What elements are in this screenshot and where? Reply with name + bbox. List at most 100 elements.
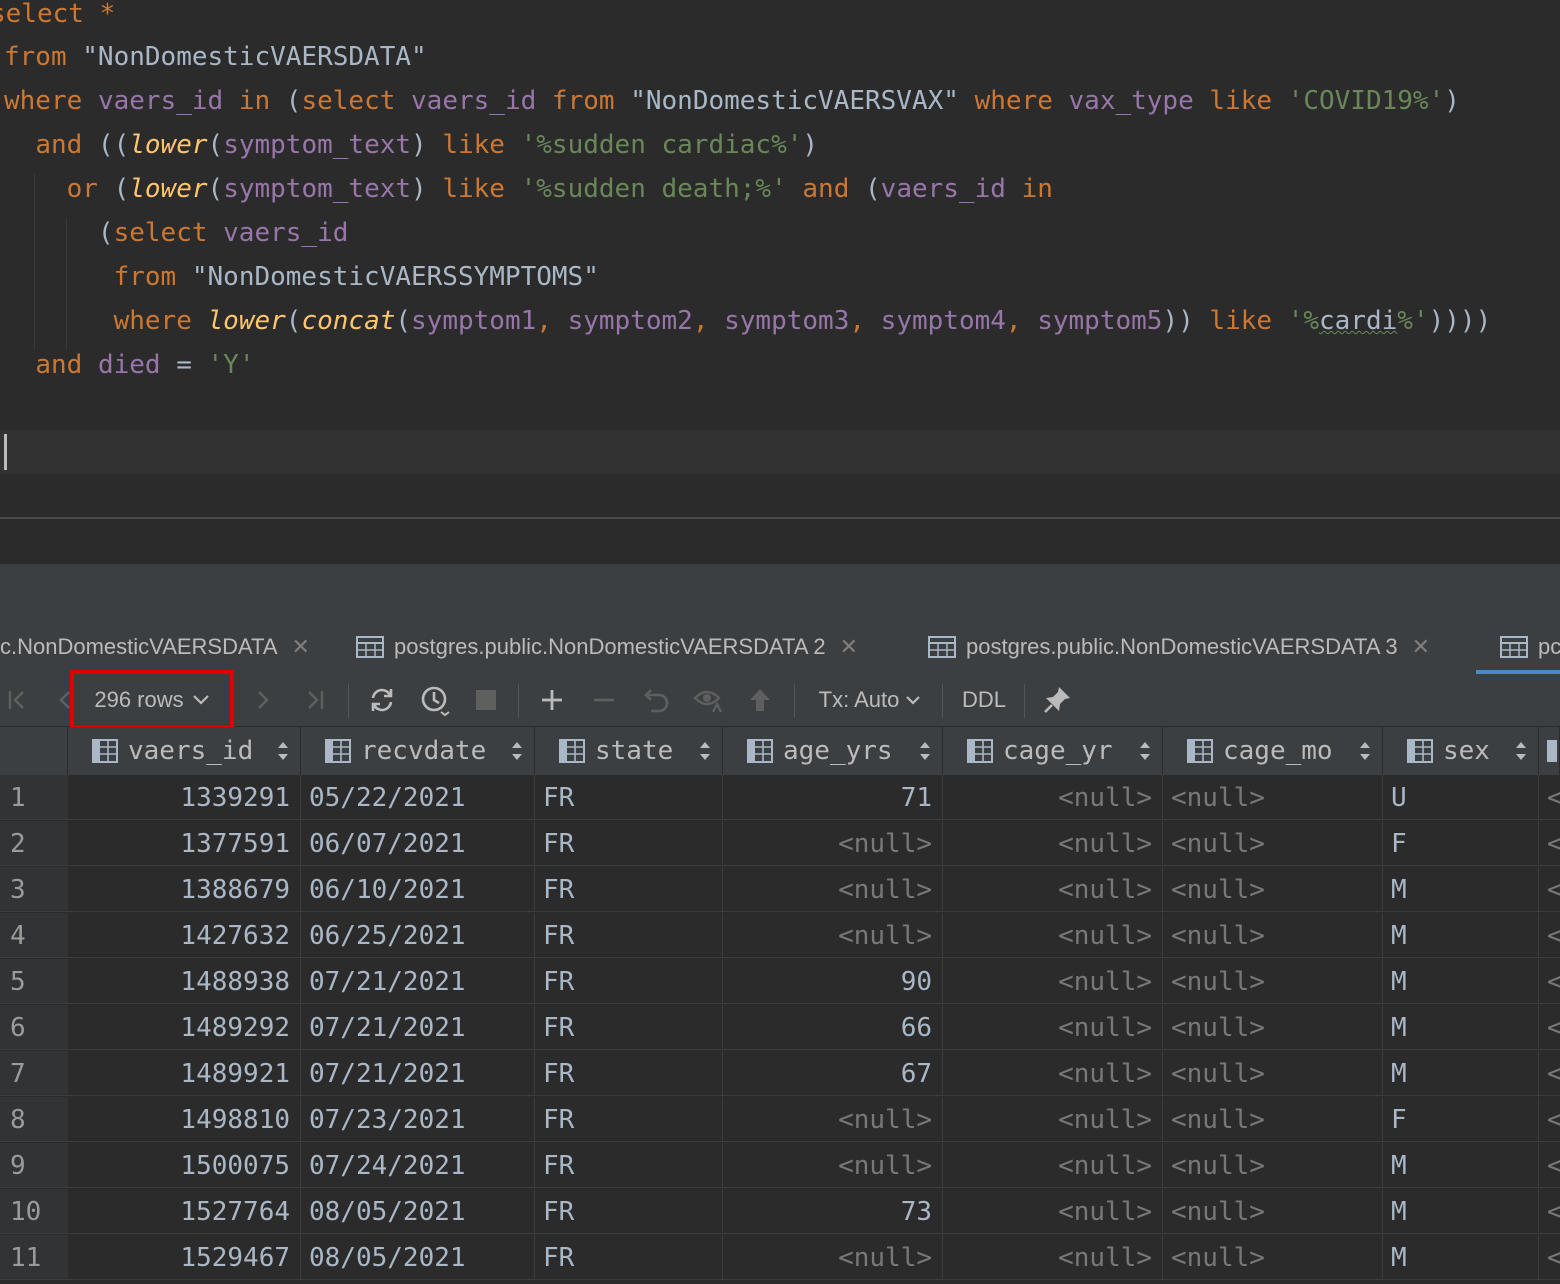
cell-vaers-id[interactable]: 1489921 [68,1051,301,1096]
cell-cage-mo[interactable]: <null> [1163,1189,1383,1234]
submit-up-icon[interactable] [746,674,774,726]
table-row[interactable]: 11 1529467 08/05/2021 FR <null> <null> <null> M… [0,1235,1560,1281]
cell-state[interactable]: FR [535,1189,723,1234]
cell-sex[interactable]: M [1383,913,1539,958]
cell-partial[interactable]: < [1539,1235,1560,1280]
cell-age-yrs[interactable]: <null> [723,1235,943,1280]
row-number[interactable]: 3 [0,867,68,912]
cell-age-yrs[interactable]: 67 [723,1051,943,1096]
cell-partial[interactable]: < [1539,821,1560,866]
cell-recvdate[interactable]: 06/25/2021 [301,913,535,958]
cell-cage-yr[interactable]: <null> [943,775,1163,820]
cell-sex[interactable]: M [1383,1005,1539,1050]
cell-age-yrs[interactable]: <null> [723,867,943,912]
tab-result-4[interactable]: pc [1500,620,1560,674]
cell-partial[interactable]: < [1539,1189,1560,1234]
cell-partial[interactable]: < [1539,1097,1560,1142]
cell-state[interactable]: FR [535,821,723,866]
sort-icon[interactable] [1358,740,1372,762]
table-row[interactable]: 8149881007/23/2021FR<null><null><null>F< [0,1097,1560,1143]
cell-sex[interactable]: M [1383,1235,1539,1280]
cell-cage-yr[interactable]: <null> [943,1235,1163,1280]
cell-vaers-id[interactable]: 1339291 [68,775,301,820]
row-number[interactable]: 9 [0,1143,68,1188]
cell-state[interactable]: FR [535,1235,723,1280]
table-row[interactable]: 6148929207/21/2021FR66<null><null>M< [0,1005,1560,1051]
cell-partial[interactable]: < [1539,775,1560,820]
cell-recvdate[interactable]: 07/21/2021 [301,1051,535,1096]
cell-cage-yr[interactable]: <null> [943,1189,1163,1234]
cell-cage-yr[interactable]: <null> [943,1005,1163,1050]
table-row[interactable]: 7148992107/21/2021FR67<null><null>M< [0,1051,1560,1097]
table-row[interactable]: 2137759106/07/2021FR<null><null><null>F< [0,821,1560,867]
cell-vaers-id[interactable]: 1427632 [68,913,301,958]
cell-vaers-id[interactable]: 1388679 [68,867,301,912]
row-number[interactable]: 5 [0,959,68,1004]
cell-age-yrs[interactable]: 90 [723,959,943,1004]
column-header-cage-yr[interactable]: cage_yr [943,727,1163,775]
cell-vaers-id[interactable]: 1377591 [68,821,301,866]
table-row[interactable]: 5148893807/21/2021FR90<null><null>M< [0,959,1560,1005]
cell-vaers-id[interactable]: 1500075 [68,1143,301,1188]
cell-sex[interactable]: M [1383,867,1539,912]
sql-editor[interactable]: select *from "NonDomesticVAERSDATA"where… [0,0,1560,518]
cell-cage-mo[interactable]: <null> [1163,1051,1383,1096]
tab-result-3[interactable]: postgres.public.NonDomesticVAERSDATA 3 ✕ [928,620,1430,674]
add-row-icon[interactable] [538,674,566,726]
cell-state[interactable]: FR [535,775,723,820]
cell-cage-mo[interactable]: <null> [1163,1097,1383,1142]
tab-result-1[interactable]: c.NonDomesticVAERSDATA ✕ [0,620,310,674]
cell-partial[interactable]: < [1539,1143,1560,1188]
cell-partial[interactable]: < [1539,867,1560,912]
stop-icon[interactable] [474,674,498,726]
cell-recvdate[interactable]: 05/22/2021 [301,775,535,820]
close-icon[interactable]: ✕ [292,634,310,660]
cell-age-yrs[interactable]: 71 [723,775,943,820]
sort-icon[interactable] [276,740,290,762]
cell-cage-yr[interactable]: <null> [943,1051,1163,1096]
row-number[interactable]: 10 [0,1189,68,1234]
cell-recvdate[interactable]: 06/07/2021 [301,821,535,866]
cell-sex[interactable]: M [1383,959,1539,1004]
cell-state[interactable]: FR [535,1143,723,1188]
column-header-age-yrs[interactable]: age_yrs [723,727,943,775]
table-row[interactable]: 1133929105/22/2021FR71<null><null>U< [0,775,1560,821]
cell-recvdate[interactable]: 07/23/2021 [301,1097,535,1142]
cell-cage-mo[interactable]: <null> [1163,1143,1383,1188]
row-number[interactable]: 6 [0,1005,68,1050]
cell-sex[interactable]: M [1383,1143,1539,1188]
cell-cage-mo[interactable]: <null> [1163,867,1383,912]
cell-partial[interactable]: < [1539,1005,1560,1050]
ddl-button[interactable]: DDL [956,674,1012,726]
cell-age-yrs[interactable]: <null> [723,1143,943,1188]
sort-icon[interactable] [510,740,524,762]
cell-age-yrs[interactable]: <null> [723,1097,943,1142]
cell-cage-mo[interactable]: <null> [1163,775,1383,820]
row-number[interactable]: 2 [0,821,68,866]
row-number[interactable]: 1 [0,775,68,820]
history-clock-icon[interactable] [418,674,452,726]
cell-cage-yr[interactable]: <null> [943,867,1163,912]
revert-icon[interactable] [642,674,672,726]
cell-cage-yr[interactable]: <null> [943,821,1163,866]
cell-recvdate[interactable]: 07/21/2021 [301,1005,535,1050]
close-icon[interactable]: ✕ [840,634,858,660]
cell-partial[interactable]: < [1539,959,1560,1004]
cell-cage-mo[interactable]: <null> [1163,913,1383,958]
preview-changes-icon[interactable] [692,674,726,726]
cell-state[interactable]: FR [535,1005,723,1050]
refresh-icon[interactable] [366,674,398,726]
first-page-icon[interactable] [2,674,32,726]
row-number[interactable]: 4 [0,913,68,958]
sort-icon[interactable] [698,740,712,762]
cell-partial[interactable]: < [1539,1051,1560,1096]
cell-cage-mo[interactable]: <null> [1163,1235,1383,1280]
results-grid[interactable]: vaers_id recvdate state age_yrs cage_yr cage_… [0,727,1560,1284]
cell-cage-yr[interactable]: <null> [943,959,1163,1004]
cell-age-yrs[interactable]: <null> [723,821,943,866]
cell-vaers-id[interactable]: 1498810 [68,1097,301,1142]
column-header-cage-mo[interactable]: cage_mo [1163,727,1383,775]
close-icon[interactable]: ✕ [1412,634,1430,660]
last-page-icon[interactable] [302,674,328,726]
column-header-vaers-id[interactable]: vaers_id [68,727,301,775]
